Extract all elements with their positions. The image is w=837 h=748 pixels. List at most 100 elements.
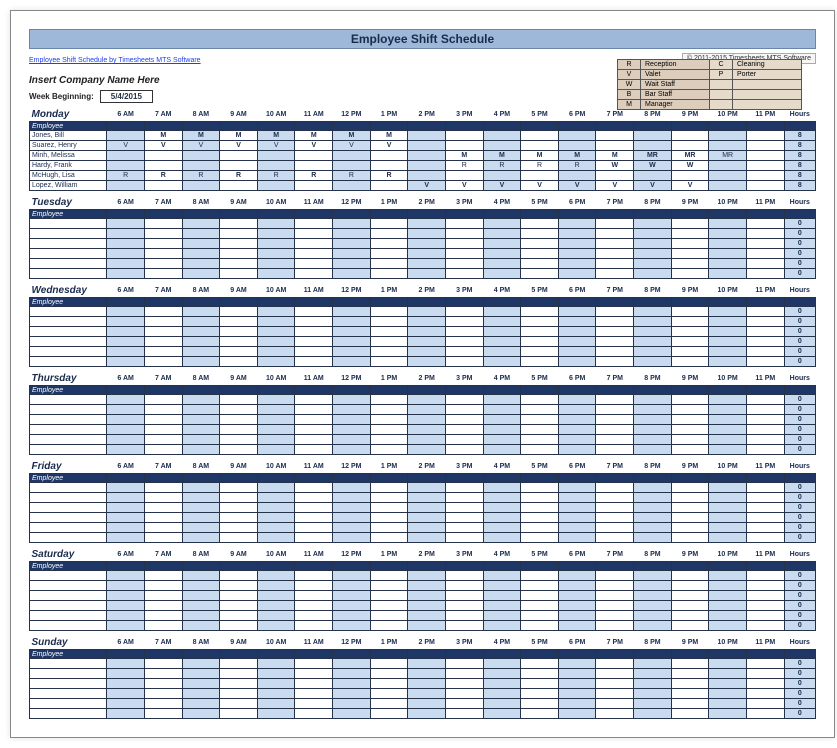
shift-cell[interactable]: V <box>408 181 446 191</box>
shift-cell[interactable] <box>746 141 784 151</box>
shift-cell[interactable] <box>521 239 559 249</box>
shift-cell[interactable] <box>257 327 295 337</box>
shift-cell[interactable] <box>144 621 182 631</box>
shift-cell[interactable] <box>107 699 145 709</box>
shift-cell[interactable] <box>709 709 747 719</box>
shift-cell[interactable]: M <box>182 131 220 141</box>
shift-cell[interactable]: R <box>445 161 483 171</box>
shift-cell[interactable] <box>596 425 634 435</box>
shift-cell[interactable] <box>182 415 220 425</box>
shift-cell[interactable] <box>220 493 258 503</box>
shift-cell[interactable] <box>408 239 446 249</box>
shift-cell[interactable] <box>408 415 446 425</box>
shift-cell[interactable] <box>634 425 672 435</box>
shift-cell[interactable] <box>144 327 182 337</box>
shift-cell[interactable] <box>107 317 145 327</box>
employee-name[interactable] <box>30 591 107 601</box>
shift-cell[interactable] <box>144 395 182 405</box>
shift-cell[interactable] <box>483 249 521 259</box>
shift-cell[interactable] <box>483 611 521 621</box>
shift-cell[interactable] <box>257 405 295 415</box>
shift-cell[interactable] <box>182 611 220 621</box>
shift-cell[interactable] <box>445 327 483 337</box>
shift-cell[interactable] <box>144 659 182 669</box>
shift-cell[interactable] <box>370 249 408 259</box>
shift-cell[interactable] <box>634 483 672 493</box>
shift-cell[interactable] <box>408 503 446 513</box>
shift-cell[interactable] <box>144 151 182 161</box>
shift-cell[interactable] <box>445 483 483 493</box>
shift-cell[interactable]: V <box>445 181 483 191</box>
shift-cell[interactable] <box>182 161 220 171</box>
shift-cell[interactable] <box>220 181 258 191</box>
shift-cell[interactable] <box>370 327 408 337</box>
shift-cell[interactable] <box>370 483 408 493</box>
shift-cell[interactable] <box>634 591 672 601</box>
software-link[interactable]: Employee Shift Schedule by Timesheets MT… <box>29 57 201 64</box>
shift-cell[interactable] <box>370 523 408 533</box>
shift-cell[interactable] <box>746 337 784 347</box>
shift-cell[interactable] <box>220 621 258 631</box>
shift-cell[interactable] <box>596 621 634 631</box>
shift-cell[interactable] <box>182 151 220 161</box>
shift-cell[interactable] <box>746 611 784 621</box>
shift-cell[interactable] <box>182 405 220 415</box>
shift-cell[interactable] <box>295 659 333 669</box>
shift-cell[interactable] <box>408 483 446 493</box>
shift-cell[interactable] <box>521 327 559 337</box>
shift-cell[interactable] <box>521 347 559 357</box>
shift-cell[interactable] <box>220 259 258 269</box>
shift-cell[interactable] <box>408 269 446 279</box>
shift-cell[interactable] <box>521 229 559 239</box>
shift-cell[interactable] <box>295 483 333 493</box>
shift-cell[interactable] <box>295 405 333 415</box>
shift-cell[interactable]: MR <box>709 151 747 161</box>
shift-cell[interactable] <box>445 621 483 631</box>
shift-cell[interactable] <box>445 269 483 279</box>
shift-cell[interactable] <box>257 229 295 239</box>
shift-cell[interactable]: V <box>596 181 634 191</box>
shift-cell[interactable] <box>220 337 258 347</box>
shift-cell[interactable] <box>257 591 295 601</box>
shift-cell[interactable] <box>295 229 333 239</box>
shift-cell[interactable] <box>709 669 747 679</box>
shift-cell[interactable] <box>596 259 634 269</box>
shift-cell[interactable]: W <box>671 161 709 171</box>
shift-cell[interactable] <box>521 171 559 181</box>
shift-cell[interactable] <box>333 513 371 523</box>
shift-cell[interactable] <box>257 337 295 347</box>
shift-cell[interactable] <box>182 581 220 591</box>
shift-cell[interactable] <box>408 357 446 367</box>
shift-cell[interactable] <box>596 493 634 503</box>
shift-cell[interactable] <box>558 131 596 141</box>
shift-cell[interactable] <box>220 601 258 611</box>
shift-cell[interactable] <box>671 445 709 455</box>
shift-cell[interactable] <box>144 181 182 191</box>
shift-cell[interactable] <box>483 581 521 591</box>
shift-cell[interactable] <box>257 513 295 523</box>
shift-cell[interactable] <box>671 405 709 415</box>
shift-cell[interactable] <box>182 659 220 669</box>
shift-cell[interactable] <box>483 141 521 151</box>
shift-cell[interactable] <box>257 347 295 357</box>
shift-cell[interactable] <box>295 611 333 621</box>
shift-cell[interactable] <box>483 239 521 249</box>
shift-cell[interactable] <box>445 395 483 405</box>
shift-cell[interactable] <box>709 659 747 669</box>
shift-cell[interactable] <box>220 611 258 621</box>
shift-cell[interactable]: V <box>521 181 559 191</box>
shift-cell[interactable] <box>558 307 596 317</box>
shift-cell[interactable] <box>521 621 559 631</box>
shift-cell[interactable] <box>182 259 220 269</box>
shift-cell[interactable] <box>671 259 709 269</box>
shift-cell[interactable] <box>596 357 634 367</box>
shift-cell[interactable] <box>220 445 258 455</box>
shift-cell[interactable] <box>558 709 596 719</box>
shift-cell[interactable] <box>107 503 145 513</box>
shift-cell[interactable] <box>746 395 784 405</box>
shift-cell[interactable] <box>521 699 559 709</box>
shift-cell[interactable] <box>634 395 672 405</box>
shift-cell[interactable] <box>521 317 559 327</box>
shift-cell[interactable] <box>408 161 446 171</box>
shift-cell[interactable] <box>295 425 333 435</box>
